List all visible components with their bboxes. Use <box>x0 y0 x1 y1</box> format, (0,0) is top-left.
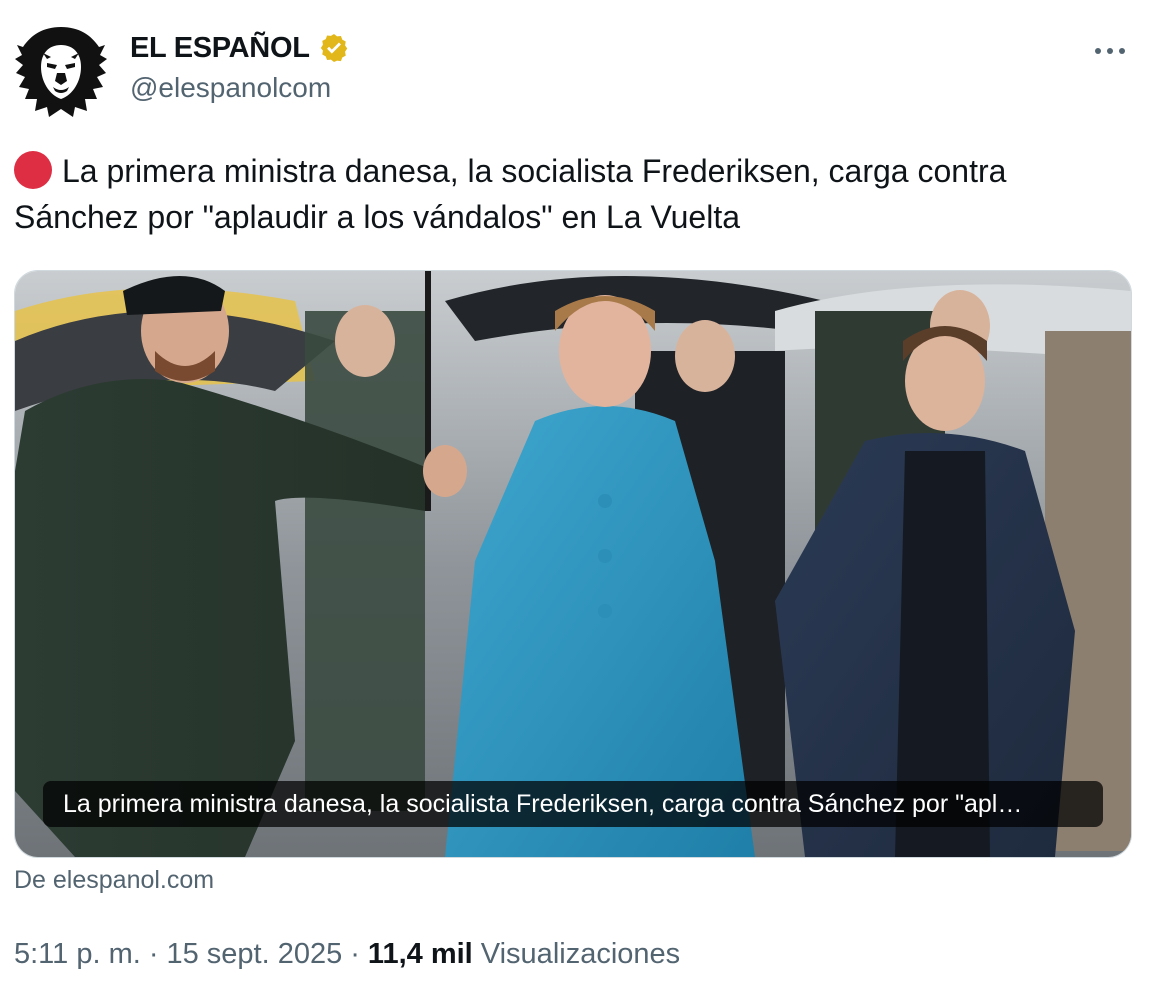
meta-separator: · <box>350 938 360 970</box>
tweet: EL ESPAÑOL @elespanolcom La primera mini… <box>0 0 1152 996</box>
tweet-time[interactable]: 5:11 p. m. <box>14 938 141 970</box>
views-count: 11,4 mil <box>367 938 473 970</box>
card-source-link[interactable]: De elespanol.com <box>14 866 214 895</box>
author-name[interactable]: EL ESPAÑOL <box>130 32 310 65</box>
views-label: Visualizaciones <box>480 938 681 970</box>
tweet-date[interactable]: 15 sept. 2025 <box>166 938 342 970</box>
lion-logo-icon <box>15 27 107 117</box>
card-caption: La primera ministra danesa, la socialist… <box>43 781 1103 827</box>
avatar[interactable] <box>12 22 110 120</box>
link-card[interactable]: La primera ministra danesa, la socialist… <box>14 270 1132 858</box>
more-options-icon <box>1095 48 1125 54</box>
author-name-row: EL ESPAÑOL <box>130 28 350 68</box>
card-photo <box>15 271 1131 857</box>
tweet-text-content: La primera ministra danesa, la socialist… <box>14 153 1007 235</box>
meta-separator: · <box>148 938 159 970</box>
red-circle-icon <box>14 151 52 189</box>
verified-badge-icon[interactable] <box>318 32 350 64</box>
tweet-meta: 5:11 p. m. · 15 sept. 2025 · 11,4 mil Visual… <box>14 938 680 971</box>
author-handle[interactable]: @elespanolcom <box>130 72 350 104</box>
author-block[interactable]: EL ESPAÑOL @elespanolcom <box>130 28 350 104</box>
tweet-text: La primera ministra danesa, la socialist… <box>14 148 1134 240</box>
more-options-button[interactable] <box>1090 36 1130 66</box>
